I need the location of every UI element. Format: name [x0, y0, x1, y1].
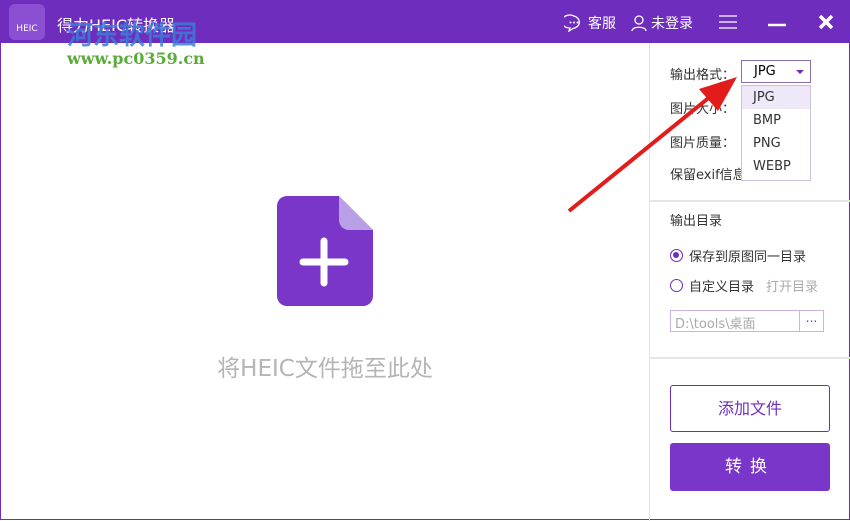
custom-dir-label: 自定义目录	[689, 280, 755, 295]
login-button[interactable]: 未登录	[631, 13, 693, 33]
divider	[650, 357, 850, 359]
format-option[interactable]: JPG	[742, 86, 810, 109]
radio-custom-dir[interactable]: 自定义目录 打开目录	[670, 276, 818, 295]
logo-text: HEIC	[16, 24, 38, 34]
add-file-icon	[277, 196, 373, 306]
format-option[interactable]: PNG	[742, 132, 810, 155]
close-icon[interactable]	[818, 14, 834, 30]
format-select[interactable]: JPG	[741, 60, 811, 83]
service-label: 客服	[588, 16, 616, 32]
format-dropdown: JPG BMP PNG WEBP	[741, 85, 811, 181]
chat-icon	[564, 14, 580, 32]
user-icon	[631, 15, 647, 32]
menu-icon[interactable]	[719, 15, 737, 29]
caret-down-icon	[796, 70, 804, 74]
radio-same-dir[interactable]: 保存到原图同一目录	[670, 246, 806, 265]
app-logo: HEIC	[9, 4, 45, 40]
drop-hint: 将HEIC文件拖至此处	[217, 356, 433, 382]
drop-area[interactable]: 将HEIC文件拖至此处	[1, 43, 649, 521]
convert-button[interactable]: 转换	[670, 443, 830, 491]
service-button[interactable]: 客服	[564, 13, 616, 33]
add-file-button[interactable]: 添加文件	[670, 385, 830, 432]
radio-checked-icon	[670, 249, 683, 262]
format-option[interactable]: BMP	[742, 109, 810, 132]
annotation-arrow-icon	[567, 77, 737, 213]
open-dir-link[interactable]: 打开目录	[766, 276, 818, 295]
browse-button[interactable]: ...	[800, 310, 824, 332]
format-option[interactable]: WEBP	[742, 155, 810, 178]
minimize-icon[interactable]	[768, 17, 786, 27]
same-dir-label: 保存到原图同一目录	[689, 250, 807, 265]
login-label: 未登录	[651, 16, 693, 32]
format-value: JPG	[754, 64, 776, 79]
radio-unchecked-icon	[670, 279, 683, 292]
path-input[interactable]: D:\tools\桌面	[670, 310, 800, 332]
